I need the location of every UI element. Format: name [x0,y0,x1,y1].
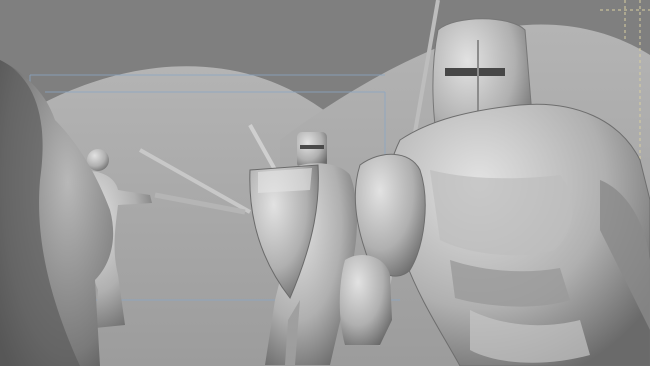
helmet [297,132,327,168]
scene-canvas[interactable] [0,0,650,366]
helm-visor-slit [445,68,505,76]
render-viewport[interactable] [0,0,650,366]
gauntlet-hand [339,255,392,345]
